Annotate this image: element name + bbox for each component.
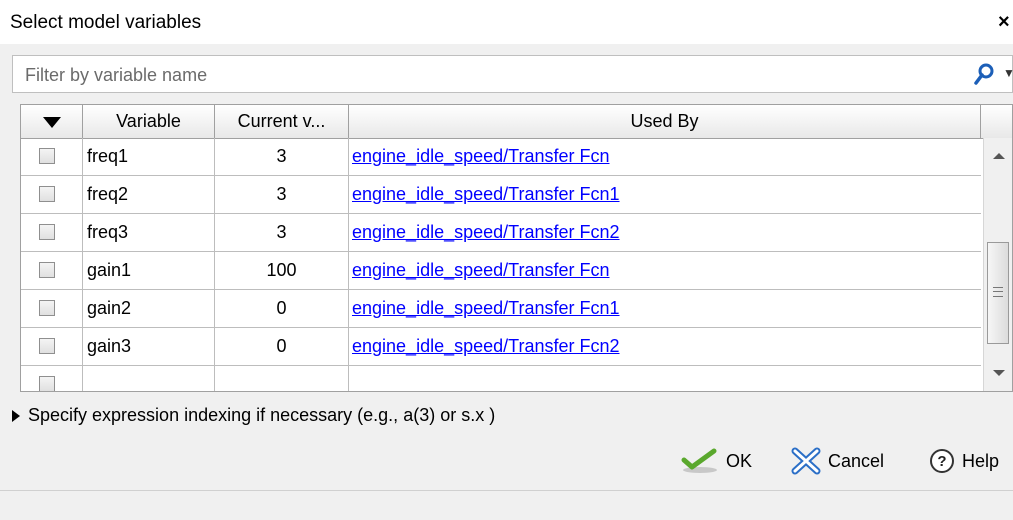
- ok-label: OK: [726, 451, 753, 471]
- close-icon[interactable]: ×: [998, 11, 1013, 34]
- grip-icon: [993, 287, 1003, 297]
- checkmark-icon: [681, 448, 717, 473]
- table-row[interactable]: gain2 0 engine_idle_speed/Transfer Fcn1: [21, 290, 981, 328]
- used-by-link[interactable]: engine_idle_speed/Transfer Fcn1: [352, 298, 620, 318]
- variable-name: freq1: [83, 138, 215, 175]
- variables-table: Variable Current v... Used By freq1 3 en…: [20, 104, 1013, 392]
- filter-input[interactable]: [23, 62, 927, 88]
- expression-indexing-label: Specify expression indexing if necessary…: [28, 405, 496, 425]
- column-header-current-value[interactable]: Current v...: [215, 105, 349, 138]
- row-checkbox[interactable]: [39, 376, 55, 391]
- scroll-up-icon[interactable]: [993, 153, 1005, 159]
- title-bar: Select model variables ×: [0, 0, 1013, 44]
- help-button[interactable]: ? Help: [928, 446, 999, 476]
- variable-name: gain3: [83, 328, 215, 365]
- sort-down-icon: [42, 116, 61, 128]
- current-value: 3: [215, 138, 349, 175]
- dialog-title: Select model variables: [10, 12, 202, 33]
- used-by-link[interactable]: engine_idle_speed/Transfer Fcn2: [352, 336, 620, 356]
- used-by-link[interactable]: engine_idle_speed/Transfer Fcn1: [352, 184, 620, 204]
- cancel-icon: [791, 447, 821, 475]
- variable-name: gain1: [83, 252, 215, 289]
- row-checkbox[interactable]: [39, 300, 55, 316]
- expand-arrow-icon: [12, 410, 20, 423]
- current-value: 100: [215, 252, 349, 289]
- vertical-scrollbar[interactable]: [983, 138, 1012, 391]
- row-checkbox[interactable]: [39, 224, 55, 240]
- current-value: 3: [215, 176, 349, 213]
- status-bar: [0, 490, 1013, 520]
- used-by-link[interactable]: engine_idle_speed/Transfer Fcn2: [352, 222, 620, 242]
- help-icon: ?: [930, 449, 954, 473]
- filter-box: ▼: [12, 55, 1013, 93]
- help-label: Help: [962, 451, 1000, 471]
- table-row-partial[interactable]: [21, 366, 981, 391]
- cancel-label: Cancel: [828, 451, 885, 471]
- chevron-down-icon[interactable]: ▼: [1003, 66, 1013, 80]
- svg-text:?: ?: [937, 453, 946, 470]
- table-row[interactable]: freq3 3 engine_idle_speed/Transfer Fcn2: [21, 214, 981, 252]
- table-row[interactable]: gain1 100 engine_idle_speed/Transfer Fcn: [21, 252, 981, 290]
- variable-name: freq3: [83, 214, 215, 251]
- select-all-sort-header[interactable]: [21, 105, 83, 138]
- row-checkbox[interactable]: [39, 338, 55, 354]
- current-value: 0: [215, 290, 349, 327]
- variable-name: freq2: [83, 176, 215, 213]
- table-row[interactable]: freq2 3 engine_idle_speed/Transfer Fcn1: [21, 176, 981, 214]
- scroll-down-icon[interactable]: [993, 370, 1005, 376]
- scrollbar-thumb[interactable]: [987, 242, 1009, 344]
- search-icon[interactable]: [973, 62, 997, 86]
- used-by-link[interactable]: engine_idle_speed/Transfer Fcn: [352, 146, 610, 166]
- used-by-link[interactable]: engine_idle_speed/Transfer Fcn: [352, 260, 610, 280]
- column-header-used-by[interactable]: Used By: [349, 105, 981, 138]
- table-row[interactable]: freq1 3 engine_idle_speed/Transfer Fcn: [21, 138, 981, 176]
- ok-button[interactable]: OK: [680, 446, 752, 476]
- variable-name: gain2: [83, 290, 215, 327]
- current-value: 3: [215, 214, 349, 251]
- row-checkbox[interactable]: [39, 148, 55, 164]
- current-value: 0: [215, 328, 349, 365]
- row-checkbox[interactable]: [39, 186, 55, 202]
- table-row[interactable]: gain3 0 engine_idle_speed/Transfer Fcn2: [21, 328, 981, 366]
- cancel-button[interactable]: Cancel: [790, 446, 884, 476]
- column-header-variable[interactable]: Variable: [83, 105, 215, 138]
- expression-indexing-toggle[interactable]: Specify expression indexing if necessary…: [12, 405, 495, 426]
- table-header: Variable Current v... Used By: [21, 105, 1012, 139]
- row-checkbox[interactable]: [39, 262, 55, 278]
